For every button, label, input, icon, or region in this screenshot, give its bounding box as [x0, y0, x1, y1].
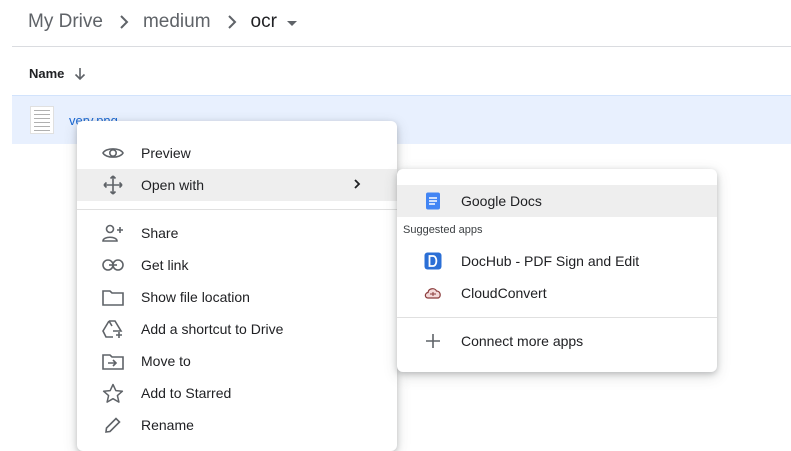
menu-item-add-shortcut[interactable]: Add a shortcut to Drive	[77, 313, 397, 345]
menu-item-label: Add a shortcut to Drive	[141, 321, 284, 337]
menu-item-rename[interactable]: Rename	[77, 409, 397, 441]
chevron-right-icon	[353, 177, 361, 194]
sort-arrow-down-icon[interactable]	[74, 67, 86, 81]
star-icon	[101, 381, 125, 405]
breadcrumb-medium[interactable]: medium	[143, 11, 211, 33]
menu-item-label: Add to Starred	[141, 385, 232, 401]
column-header-label: Name	[29, 66, 65, 81]
menu-item-label: Share	[141, 225, 179, 241]
file-thumbnail	[30, 106, 54, 134]
submenu-item-dochub[interactable]: DocHub - PDF Sign and Edit	[397, 245, 717, 277]
chevron-right-icon	[119, 15, 129, 29]
menu-item-label: Get link	[141, 257, 189, 273]
chevron-right-icon	[227, 15, 237, 29]
google-docs-icon	[423, 191, 443, 211]
suggested-apps-heading: Suggested apps	[403, 224, 483, 236]
breadcrumb: My Drive medium ocr	[28, 9, 297, 35]
open-with-submenu: Google Docs Suggested apps DocHub - PDF …	[397, 169, 717, 372]
move-to-icon	[101, 349, 125, 373]
pencil-icon	[101, 413, 125, 437]
caret-down-icon[interactable]	[286, 20, 297, 26]
submenu-item-connect-more-apps[interactable]: Connect more apps	[397, 325, 717, 357]
submenu-item-label: DocHub - PDF Sign and Edit	[461, 253, 640, 269]
menu-item-share[interactable]: Share	[77, 217, 397, 249]
person-add-icon	[101, 221, 125, 245]
link-icon	[101, 253, 125, 277]
menu-item-label: Rename	[141, 417, 194, 433]
header-divider	[12, 46, 791, 47]
folder-icon	[101, 285, 125, 309]
drive-shortcut-icon	[101, 317, 125, 341]
submenu-item-cloudconvert[interactable]: CloudConvert	[397, 277, 717, 309]
menu-item-label: Move to	[141, 353, 191, 369]
submenu-item-label: Google Docs	[461, 193, 542, 209]
menu-item-move-to[interactable]: Move to	[77, 345, 397, 377]
breadcrumb-my-drive[interactable]: My Drive	[28, 11, 103, 33]
menu-item-get-link[interactable]: Get link	[77, 249, 397, 281]
menu-item-open-with[interactable]: Open with	[77, 169, 397, 201]
dochub-icon	[423, 251, 443, 271]
context-menu: Preview Open with Share Get link Show fi…	[77, 121, 397, 451]
menu-divider	[77, 209, 397, 210]
menu-item-preview[interactable]: Preview	[77, 137, 397, 169]
menu-item-label: Preview	[141, 145, 191, 161]
breadcrumb-current[interactable]: ocr	[251, 11, 277, 33]
menu-item-show-file-location[interactable]: Show file location	[77, 281, 397, 313]
menu-item-add-to-starred[interactable]: Add to Starred	[77, 377, 397, 409]
submenu-item-label: Connect more apps	[461, 333, 584, 349]
cloudconvert-icon	[423, 283, 443, 303]
submenu-item-label: CloudConvert	[461, 285, 547, 301]
plus-icon	[423, 331, 443, 351]
submenu-divider	[397, 317, 717, 318]
eye-icon	[101, 141, 125, 165]
menu-item-label: Open with	[141, 177, 205, 193]
menu-item-label: Show file location	[141, 289, 250, 305]
move-arrows-icon	[101, 173, 125, 197]
submenu-item-google-docs[interactable]: Google Docs	[397, 185, 717, 217]
column-header-name[interactable]: Name	[29, 66, 86, 81]
